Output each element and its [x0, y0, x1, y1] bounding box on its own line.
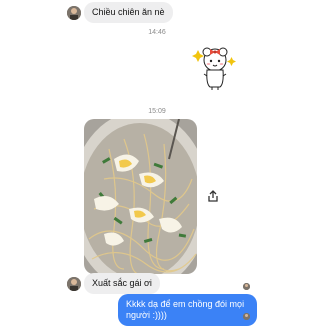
timestamp: 15:09 [148, 108, 166, 115]
timestamp: 14:46 [148, 29, 166, 36]
message-bubble-incoming[interactable]: Chiều chiên ăn nè [84, 2, 173, 23]
seen-avatar [243, 313, 250, 320]
sticker[interactable] [190, 40, 240, 92]
message-bubble-outgoing[interactable]: Kkkk dạ để em chồng đói mọi người :)))) [118, 294, 257, 326]
sender-avatar[interactable] [67, 277, 81, 291]
message-bubble-incoming[interactable]: Xuất sắc gái ơi [84, 273, 160, 294]
photo-message[interactable] [84, 119, 197, 274]
message-text: Chiều chiên ăn nè [92, 7, 165, 17]
message-text: Xuất sắc gái ơi [92, 278, 152, 288]
seen-avatar [243, 283, 250, 290]
share-icon[interactable] [206, 189, 220, 203]
sender-avatar[interactable] [67, 6, 81, 20]
message-text: Kkkk dạ để em chồng đói mọi người :)))) [126, 299, 245, 320]
